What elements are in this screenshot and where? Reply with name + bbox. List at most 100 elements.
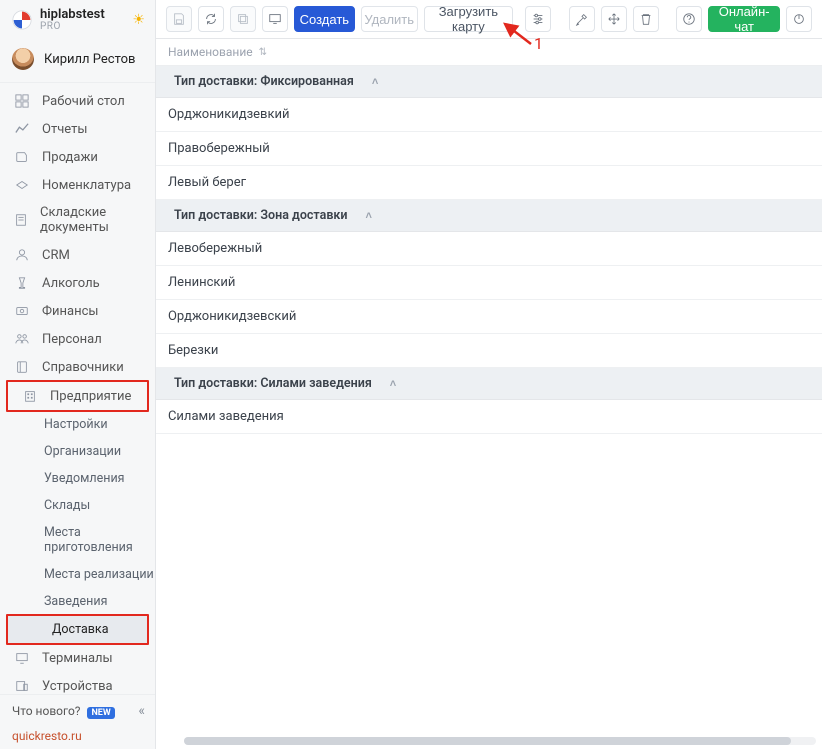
sidebar-item-label: Номенклатура <box>42 178 131 193</box>
sidebar: hiplabstest PRO ☀ Кирилл Рестов Рабочий … <box>0 0 156 749</box>
crm-icon <box>14 247 30 263</box>
trash-button[interactable] <box>633 6 659 32</box>
reports-icon <box>14 121 30 137</box>
group-header[interactable]: Тип доставки: Зона доставки ˄ <box>156 200 822 232</box>
sidebar-item-label: Организации <box>44 444 121 459</box>
sidebar-item-label: Терминалы <box>42 651 113 666</box>
sidebar-item-reference[interactable]: Справочники <box>0 353 155 381</box>
move-button[interactable] <box>601 6 627 32</box>
sub-item-organizations[interactable]: Организации <box>0 438 155 465</box>
delete-button[interactable]: Удалить <box>361 6 418 32</box>
personnel-icon <box>14 331 30 347</box>
sidebar-item-alcohol[interactable]: Алкоголь <box>0 269 155 297</box>
sidebar-item-label: Доставка <box>52 622 109 637</box>
refresh-button[interactable] <box>198 6 224 32</box>
chevron-up-icon: ˄ <box>372 75 378 88</box>
column-header[interactable]: Наименование ⇅ <box>156 39 822 66</box>
help-button[interactable] <box>676 6 702 32</box>
group-title: Тип доставки: Силами заведения <box>174 376 372 391</box>
reference-icon <box>14 359 30 375</box>
sidebar-item-label: Финансы <box>42 304 99 319</box>
save-button[interactable] <box>166 6 192 32</box>
sidebar-item-nomenclature[interactable]: Номенклатура <box>0 171 155 199</box>
sidebar-item-devices[interactable]: Устройства <box>0 672 155 694</box>
devices-icon <box>14 678 30 694</box>
sidebar-item-label: Продажи <box>42 150 98 165</box>
sub-item-warehouses[interactable]: Склады <box>0 492 155 519</box>
load-map-button[interactable]: Загрузить карту <box>424 6 513 32</box>
warehouse-docs-icon <box>14 212 28 228</box>
sidebar-footer: Что нового? NEW « quickresto.ru <box>0 694 155 749</box>
sub-item-delivery[interactable]: Доставка <box>8 616 147 643</box>
filter-settings-button[interactable] <box>525 6 551 32</box>
annotation-highlight-enterprise: Предприятие <box>6 380 149 412</box>
new-badge: NEW <box>87 707 114 719</box>
chevron-up-icon: ˄ <box>390 377 396 390</box>
alcohol-icon <box>14 275 30 291</box>
table-row[interactable]: Орджоникидзевкий <box>156 98 822 132</box>
chevron-up-icon: ˄ <box>365 209 371 222</box>
avatar <box>12 48 34 70</box>
sub-item-venues[interactable]: Заведения <box>0 588 155 615</box>
copy-button[interactable] <box>230 6 256 32</box>
sidebar-item-label: Отчеты <box>42 122 87 137</box>
group-header[interactable]: Тип доставки: Силами заведения ˄ <box>156 368 822 400</box>
scrollbar-thumb[interactable] <box>184 737 791 745</box>
sub-item-notifications[interactable]: Уведомления <box>0 465 155 492</box>
online-chat-button[interactable]: Онлайн-чат <box>708 6 780 32</box>
table-row[interactable]: Березки <box>156 334 822 368</box>
sub-item-settings[interactable]: Настройки <box>0 411 155 438</box>
sidebar-item-enterprise[interactable]: Предприятие <box>8 382 147 410</box>
sub-item-sale-places[interactable]: Места реализации <box>0 561 155 588</box>
brand-name: hiplabstest <box>40 8 105 22</box>
sort-indicator-icon: ⇅ <box>259 47 267 58</box>
app-logo-icon <box>12 10 32 30</box>
sidebar-item-reports[interactable]: Отчеты <box>0 115 155 143</box>
table-row[interactable]: Правобережный <box>156 132 822 166</box>
finance-icon <box>14 303 30 319</box>
group-title: Тип доставки: Зона доставки <box>174 208 348 223</box>
brand-sub: PRO <box>40 22 105 33</box>
group-header[interactable]: Тип доставки: Фиксированная ˄ <box>156 66 822 98</box>
toolbar: Создать Удалить Загрузить карту Онлайн-ч… <box>156 0 822 39</box>
brand-block: hiplabstest PRO ☀ <box>0 0 155 38</box>
sidebar-item-label: Складские документы <box>40 205 155 235</box>
dashboard-icon <box>14 93 30 109</box>
create-button[interactable]: Создать <box>294 6 355 32</box>
whats-new-link[interactable]: Что нового? NEW <box>12 704 115 718</box>
collapse-sidebar-icon[interactable]: « <box>138 703 145 719</box>
terminals-icon <box>14 650 30 666</box>
sidebar-item-label: Уведомления <box>44 471 125 486</box>
sidebar-item-label: Справочники <box>42 360 124 375</box>
theme-toggle-icon[interactable]: ☀ <box>132 12 145 28</box>
horizontal-scrollbar[interactable] <box>184 737 816 745</box>
tools-button[interactable] <box>569 6 595 32</box>
table-row[interactable]: Ленинский <box>156 266 822 300</box>
main-area: Создать Удалить Загрузить карту Онлайн-ч… <box>156 0 822 749</box>
sidebar-item-label: Устройства <box>42 679 113 694</box>
table-row[interactable]: Силами заведения <box>156 400 822 434</box>
sub-item-cooking-places[interactable]: Места приготовления <box>0 519 155 561</box>
table-row[interactable]: Левобережный <box>156 232 822 266</box>
sidebar-item-personnel[interactable]: Персонал <box>0 325 155 353</box>
site-link[interactable]: quickresto.ru <box>12 729 145 743</box>
sidebar-item-label: Предприятие <box>50 389 131 404</box>
sidebar-item-warehouse-docs[interactable]: Складские документы <box>0 199 155 241</box>
sidebar-item-crm[interactable]: CRM <box>0 241 155 269</box>
table-row[interactable]: Орджоникидзевский <box>156 300 822 334</box>
sidebar-item-finance[interactable]: Финансы <box>0 297 155 325</box>
table-row[interactable]: Левый берег <box>156 166 822 200</box>
sidebar-item-sales[interactable]: Продажи <box>0 143 155 171</box>
power-button[interactable] <box>786 6 812 32</box>
sidebar-item-label: Персонал <box>42 332 102 347</box>
display-button[interactable] <box>262 6 288 32</box>
sidebar-item-terminals[interactable]: Терминалы <box>0 644 155 672</box>
sidebar-nav: Рабочий стол Отчеты Продажи Номенклатура… <box>0 83 155 694</box>
sidebar-item-dashboard[interactable]: Рабочий стол <box>0 87 155 115</box>
table-body: Тип доставки: Фиксированная ˄ Орджоникид… <box>156 66 822 434</box>
sidebar-item-label: Склады <box>44 498 90 513</box>
group-title: Тип доставки: Фиксированная <box>174 74 354 89</box>
annotation-highlight-delivery: Доставка <box>6 614 149 645</box>
user-row[interactable]: Кирилл Рестов <box>0 38 155 83</box>
sidebar-item-label: Настройки <box>44 417 108 432</box>
